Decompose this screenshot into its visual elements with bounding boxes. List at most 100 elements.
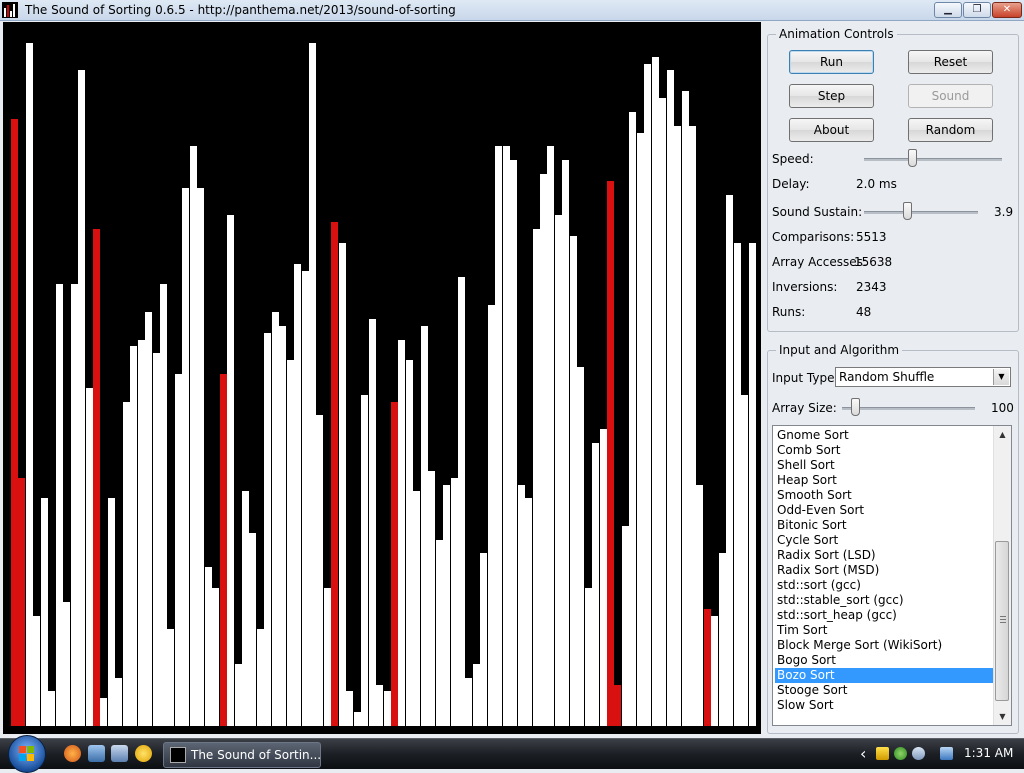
algorithm-item[interactable]: std::sort_heap (gcc) xyxy=(775,608,995,623)
array-bar xyxy=(257,629,264,726)
app-icon[interactable] xyxy=(2,2,18,18)
array-size-label: Array Size: xyxy=(772,401,837,415)
algorithm-item[interactable]: Smooth Sort xyxy=(775,488,995,503)
array-bar xyxy=(391,402,398,726)
array-bar xyxy=(674,126,681,726)
array-bar xyxy=(734,243,741,726)
random-button[interactable]: Random xyxy=(908,118,993,142)
array-bar xyxy=(711,616,718,726)
windows-logo-icon xyxy=(19,746,35,762)
tray-expand-icon[interactable]: ‹ xyxy=(860,744,866,763)
algorithm-item[interactable]: Heap Sort xyxy=(775,473,995,488)
stat-label: Inversions: xyxy=(772,280,838,294)
algorithm-item[interactable]: Odd-Even Sort xyxy=(775,503,995,518)
algorithm-item[interactable]: Gnome Sort xyxy=(775,428,995,443)
sound-button[interactable]: Sound xyxy=(908,84,993,108)
array-bar xyxy=(696,485,703,726)
array-bar xyxy=(637,133,644,726)
scroll-up-icon[interactable]: ▲ xyxy=(994,426,1011,443)
array-bar xyxy=(533,229,540,726)
algorithm-list[interactable]: Gnome Sort Comb Sort Shell Sort Heap Sort Sm… xyxy=(772,425,1012,726)
array-bar xyxy=(562,160,569,726)
array-bar xyxy=(555,215,562,726)
array-size-value: 100 xyxy=(991,401,1014,415)
array-bar xyxy=(182,188,189,726)
algorithm-item[interactable]: Cycle Sort xyxy=(775,533,995,548)
array-bar xyxy=(726,195,733,726)
algorithm-item[interactable]: Tim Sort xyxy=(775,623,995,638)
algorithm-item[interactable]: Stooge Sort xyxy=(775,683,995,698)
reset-button[interactable]: Reset xyxy=(908,50,993,74)
algorithm-item[interactable]: Radix Sort (LSD) xyxy=(775,548,995,563)
scroll-thumb[interactable] xyxy=(995,541,1009,701)
array-bar xyxy=(115,678,122,726)
array-bar xyxy=(86,388,93,726)
algorithm-item[interactable]: Radix Sort (MSD) xyxy=(775,563,995,578)
algorithm-item[interactable]: Bitonic Sort xyxy=(775,518,995,533)
messenger-icon[interactable] xyxy=(135,745,152,762)
algorithm-item[interactable]: Block Merge Sort (WikiSort) xyxy=(775,638,995,653)
array-bar xyxy=(190,146,197,726)
stat-value: 5513 xyxy=(856,230,887,244)
start-button[interactable] xyxy=(8,735,46,773)
chevron-down-icon[interactable]: ▼ xyxy=(993,369,1009,385)
array-visualization[interactable] xyxy=(3,22,761,734)
array-bar xyxy=(398,340,405,726)
input-type-select[interactable]: Random Shuffle ▼ xyxy=(835,367,1011,387)
algorithm-item[interactable]: Bogo Sort xyxy=(775,653,995,668)
algorithm-item[interactable]: std::sort (gcc) xyxy=(775,578,995,593)
array-bar xyxy=(689,126,696,726)
array-bar xyxy=(384,691,391,726)
array-bar xyxy=(547,146,554,726)
array-bar xyxy=(175,374,182,726)
array-bar xyxy=(428,471,435,726)
array-bar xyxy=(264,333,271,726)
array-bar xyxy=(704,609,711,726)
update-icon[interactable] xyxy=(912,747,925,760)
network-icon[interactable] xyxy=(940,747,953,760)
about-button[interactable]: About xyxy=(789,118,874,142)
array-bar xyxy=(667,70,674,726)
array-bar xyxy=(123,402,130,726)
array-bar xyxy=(71,284,78,726)
array-bar xyxy=(145,312,152,726)
array-bar xyxy=(197,188,204,726)
taskbar: The Sound of Sortin... ‹ 1:31 AM xyxy=(0,735,1024,773)
switch-windows-icon[interactable] xyxy=(111,745,128,762)
algorithm-item[interactable]: Shell Sort xyxy=(775,458,995,473)
algorithm-item[interactable]: Comb Sort xyxy=(775,443,995,458)
array-bar xyxy=(205,567,212,726)
algorithm-list-scrollbar[interactable]: ▲ ▼ xyxy=(993,426,1011,725)
array-bar xyxy=(48,691,55,726)
step-button[interactable]: Step xyxy=(789,84,874,108)
show-desktop-icon[interactable] xyxy=(88,745,105,762)
array-bar xyxy=(138,340,145,726)
delay-label: Delay: xyxy=(772,177,810,191)
array-bar xyxy=(100,698,107,726)
window-title: The Sound of Sorting 0.6.5 - http://pant… xyxy=(25,3,456,17)
users-icon[interactable] xyxy=(894,747,907,760)
algorithm-item[interactable]: Bozo Sort xyxy=(775,668,995,683)
taskbar-app-button[interactable]: The Sound of Sortin... xyxy=(163,742,321,768)
minimize-button[interactable]: ▁ xyxy=(934,2,962,18)
array-bar xyxy=(421,326,428,726)
firefox-icon[interactable] xyxy=(64,745,81,762)
run-button[interactable]: Run xyxy=(789,50,874,74)
array-bar xyxy=(585,588,592,726)
array-bar xyxy=(26,43,33,726)
algorithm-item[interactable]: Slow Sort xyxy=(775,698,995,713)
array-bar xyxy=(249,533,256,726)
array-bar xyxy=(458,277,465,726)
array-bar xyxy=(279,326,286,726)
maximize-button[interactable]: ❐ xyxy=(963,2,991,18)
scroll-down-icon[interactable]: ▼ xyxy=(994,708,1011,725)
close-button[interactable]: ✕ xyxy=(992,2,1022,18)
clock[interactable]: 1:31 AM xyxy=(964,746,1013,760)
input-type-label: Input Type: xyxy=(772,371,839,385)
array-bar xyxy=(376,685,383,726)
array-bar xyxy=(56,284,63,726)
app-taskbar-icon xyxy=(170,747,186,763)
algorithm-item[interactable]: std::stable_sort (gcc) xyxy=(775,593,995,608)
security-shield-icon[interactable] xyxy=(876,747,889,760)
array-bar xyxy=(413,491,420,726)
